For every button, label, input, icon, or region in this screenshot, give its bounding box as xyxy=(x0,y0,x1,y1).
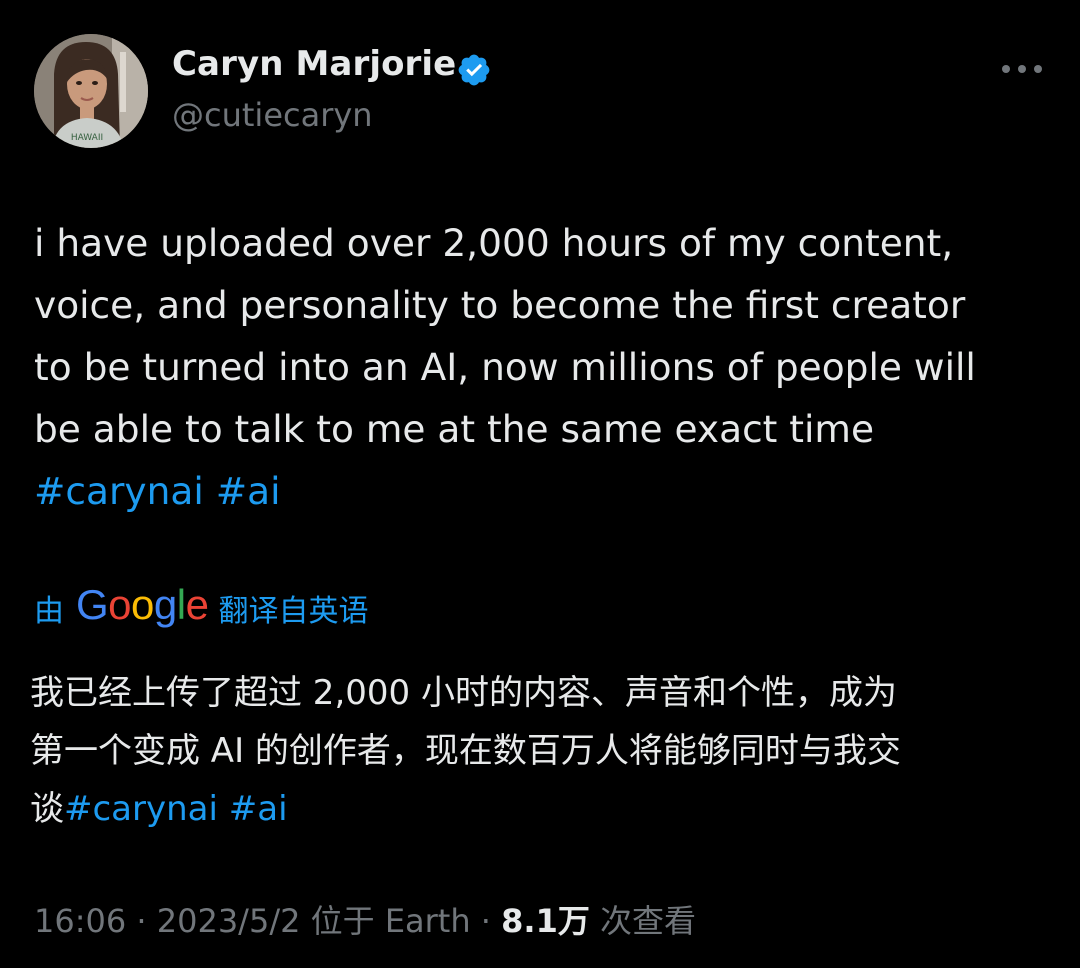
tweet-text: i have uploaded over 2,000 hours of my c… xyxy=(34,212,1044,460)
hashtag-link[interactable]: #ai xyxy=(216,469,281,513)
tweet-hashtags: #carynai #ai xyxy=(34,460,281,522)
tweet-date[interactable]: 2023/5/2 xyxy=(157,902,301,940)
location-prefix: 位于 xyxy=(310,902,375,940)
tweet-meta: 16:06 · 2023/5/2 位于 Earth · 8.1万 次查看 xyxy=(34,896,696,942)
tweet-text-line: voice, and personality to become the fir… xyxy=(34,283,966,327)
google-logo: Google xyxy=(76,581,209,628)
tweet-text-line: to be turned into an AI, now millions of… xyxy=(34,345,976,389)
tweet-location: Earth xyxy=(384,902,471,940)
author-handle[interactable]: @cutiecaryn xyxy=(172,96,373,134)
translated-text-line: 我已经上传了超过 2,000 小时的内容、声音和个性，成为 xyxy=(30,673,897,713)
tweet-text-line: be able to talk to me at the same exact … xyxy=(34,407,875,451)
more-horizontal-icon[interactable] xyxy=(996,54,1048,84)
meta-separator: · xyxy=(136,902,147,940)
hashtag-link[interactable]: #ai xyxy=(229,789,288,829)
tweet: HAWAII Caryn Marjorie @cutiecaryn i have… xyxy=(0,0,1080,968)
author-name[interactable]: Caryn Marjorie xyxy=(172,44,456,84)
translated-text-last-prefix: 谈 xyxy=(30,789,64,829)
translated-text-line: 谈#carynai #ai xyxy=(30,780,1050,838)
avatar-shirt-text: HAWAII xyxy=(71,133,103,143)
views-label: 次查看 xyxy=(600,902,697,940)
verified-badge-icon xyxy=(458,54,490,86)
translated-text: 我已经上传了超过 2,000 小时的内容、声音和个性，成为 第一个变成 AI 的… xyxy=(30,664,1050,838)
hashtag-link[interactable]: #carynai xyxy=(64,789,218,829)
translated-by-google[interactable]: 由 Google 翻译自英语 xyxy=(34,580,368,636)
tweet-text-line: i have uploaded over 2,000 hours of my c… xyxy=(34,221,954,265)
translated-text-line: 第一个变成 AI 的创作者，现在数百万人将能够同时与我交 xyxy=(30,731,901,771)
views-count[interactable]: 8.1万 xyxy=(501,902,590,940)
hashtag-link[interactable]: #carynai xyxy=(34,469,204,513)
translated-by-suffix: 翻译自英语 xyxy=(218,594,369,629)
translated-by-prefix: 由 xyxy=(34,594,64,629)
avatar[interactable]: HAWAII xyxy=(34,34,148,148)
tweet-time[interactable]: 16:06 xyxy=(34,902,126,940)
meta-separator: · xyxy=(480,902,491,940)
